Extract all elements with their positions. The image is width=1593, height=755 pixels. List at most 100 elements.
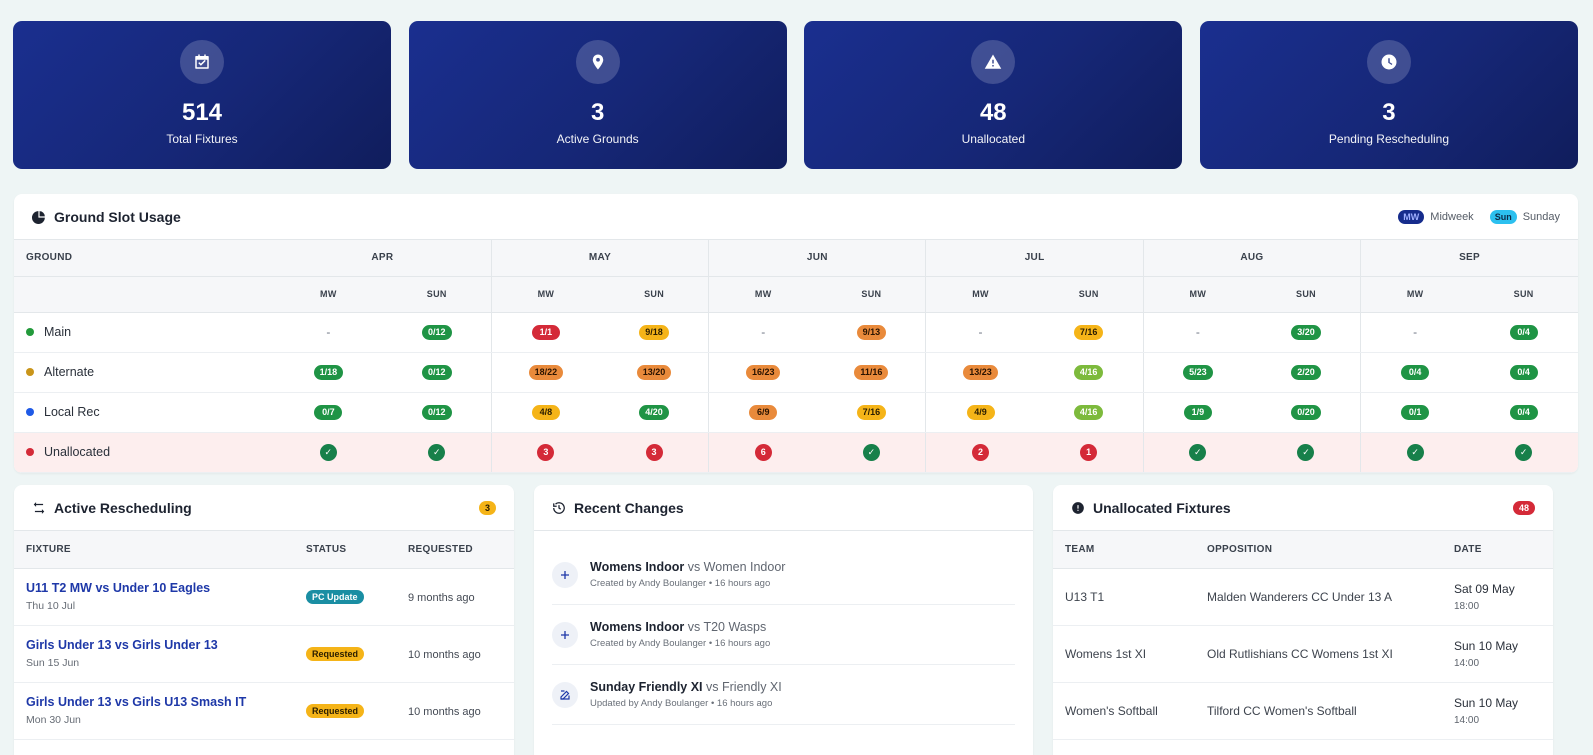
slot-usage-pill[interactable]: 0/4 — [1509, 365, 1538, 380]
change-item[interactable]: Womens Indoor vs T20 Wasps Created by And… — [552, 605, 1015, 665]
table-row[interactable]: Girls Under 13 vs Girls U13 Smash IT Mon … — [14, 682, 514, 740]
check-icon[interactable]: ✓ — [1297, 443, 1315, 461]
slot-usage-pill[interactable]: 1/1 — [531, 325, 560, 340]
change-body: Sunday Friendly XI vs Friendly XI Updated… — [590, 680, 782, 709]
slot-usage-pill[interactable]: 0/7 — [314, 405, 343, 420]
fixture-link[interactable]: Girls Under 13 vs Girls Under 13 — [26, 638, 294, 652]
ground-name-text: Local Rec — [44, 405, 100, 419]
slot-usage-pill[interactable]: 4/16 — [1073, 365, 1104, 380]
check-icon[interactable]: ✓ — [1189, 443, 1207, 461]
team-cell: U13 T1 — [1053, 568, 1195, 626]
ground-color-dot — [26, 368, 34, 376]
slot-usage-pill[interactable]: 0/20 — [1291, 405, 1321, 420]
table-row[interactable]: U11 T2 MW vs Under 10 Eagles Thu 10 Jul PC… — [14, 568, 514, 626]
change-item[interactable]: Sunday Friendly XI vs Friendly XI Updated… — [552, 665, 1015, 725]
requested-cell: 9 months ago — [396, 568, 514, 626]
ground-name-cell: Alternate — [14, 352, 274, 393]
count-badge: 48 — [1512, 500, 1535, 515]
slot-usage-pill[interactable]: 9/18 — [639, 325, 669, 340]
slot-usage-pill[interactable]: 0/4 — [1509, 325, 1538, 340]
active-rescheduling-panel: Active Rescheduling 3 FIXTURE STATUS REQ… — [14, 485, 514, 755]
fixture-date: Thu 10 Jul — [26, 600, 76, 612]
legend-mw-label: Midweek — [1430, 210, 1474, 223]
unallocated-count[interactable]: 6 — [754, 443, 772, 461]
slot-cell: 9/18 — [599, 312, 709, 353]
change-item[interactable]: Womens Indoor vs Women Indoor Created by … — [552, 545, 1015, 605]
panel-header: Recent Changes — [534, 485, 1033, 531]
slot-usage-pill[interactable]: 7/16 — [1073, 325, 1104, 340]
requested-time: 10 months ago — [408, 648, 481, 661]
slot-usage-pill[interactable]: 11/16 — [854, 365, 889, 380]
slot-usage-pill[interactable]: 4/8 — [531, 405, 560, 420]
table-row[interactable]: Girls Under 13 vs Girls Under 13 Sun 15 J… — [14, 625, 514, 683]
unallocated-count[interactable]: 3 — [645, 443, 663, 461]
check-icon[interactable]: ✓ — [862, 443, 880, 461]
stat-value: 48 — [979, 99, 1007, 126]
stat-card-active-grounds[interactable]: 3 Active Grounds — [408, 21, 787, 169]
change-opponent: vs Women Indoor — [687, 560, 786, 574]
slot-usage-pill[interactable]: 3/20 — [1291, 325, 1321, 340]
ground-name-cell: Local Rec — [14, 392, 274, 433]
slot-usage-pill[interactable]: 5/23 — [1183, 365, 1213, 380]
slot-usage-pill[interactable]: 6/9 — [749, 405, 778, 420]
slot-empty: - — [761, 325, 766, 339]
slot-usage-pill[interactable]: 13/23 — [963, 365, 998, 380]
stat-label: Pending Rescheduling — [1328, 132, 1450, 146]
check-icon[interactable]: ✓ — [428, 443, 446, 461]
slot-usage-pill[interactable]: 7/16 — [856, 405, 887, 420]
check-icon[interactable]: ✓ — [1406, 443, 1424, 461]
slot-usage-pill[interactable]: 4/16 — [1073, 405, 1104, 420]
stat-card-unallocated[interactable]: 48 Unallocated — [804, 21, 1183, 169]
slot-cell: 1/9 — [1142, 392, 1252, 433]
ground-name: Local Rec — [26, 405, 274, 419]
fixture-link[interactable]: U11 T2 MW vs Under 10 Eagles — [26, 581, 294, 595]
slot-usage-pill[interactable]: 0/4 — [1401, 365, 1430, 380]
slot-usage-pill[interactable]: 0/12 — [421, 325, 452, 340]
fixture-date: Sun 10 May — [1454, 695, 1519, 710]
slot-usage-pill[interactable]: 4/9 — [966, 405, 995, 420]
fixture-link[interactable]: Girls Under 13 vs Girls U13 Smash IT — [26, 695, 294, 709]
stat-card-pending-rescheduling[interactable]: 3 Pending Rescheduling — [1199, 21, 1578, 169]
table-row[interactable]: Womens 1st XI Old Rutlishians CC Womens 1… — [1053, 625, 1553, 683]
unallocated-count[interactable]: 1 — [1080, 443, 1098, 461]
slot-usage-pill[interactable]: 18/22 — [528, 365, 564, 380]
map-pin-icon — [575, 40, 620, 84]
fixture-date: Mon 30 Jun — [26, 714, 81, 726]
panel-title-text: Recent Changes — [574, 499, 684, 516]
slot-usage-pill[interactable]: 0/12 — [421, 365, 452, 380]
change-team: Womens Indoor — [590, 560, 685, 574]
slot-usage-pill[interactable]: 1/18 — [313, 365, 344, 380]
status-cell: PC Update — [294, 568, 396, 626]
slot-cell: 1/1 — [490, 312, 600, 353]
check-icon[interactable]: ✓ — [319, 443, 337, 461]
panel-header: Unallocated Fixtures 48 — [1053, 485, 1553, 531]
ground-name-cell: Unallocated — [14, 432, 274, 473]
table-row[interactable]: U13 T1 Malden Wanderers CC Under 13 A Sat … — [1053, 568, 1553, 626]
fixture-cell: Girls Under 13 vs Girls U13 Smash IT Mon … — [14, 682, 294, 740]
panel-title-text: Active Rescheduling — [54, 499, 192, 516]
slot-usage-pill[interactable]: 16/23 — [745, 365, 781, 380]
slot-cell: ✓ — [1469, 432, 1578, 473]
unallocated-count[interactable]: 2 — [972, 443, 990, 461]
unallocated-count[interactable]: 3 — [537, 443, 555, 461]
slot-usage-pill[interactable]: 2/20 — [1291, 365, 1321, 380]
status-badge: PC Update — [306, 590, 364, 604]
slot-usage-pill[interactable]: 0/12 — [421, 405, 452, 420]
panel-header: Ground Slot Usage MW Midweek Sun Sunday — [14, 194, 1578, 240]
table-row[interactable]: Women's Softball Tilford CC Women's Softb… — [1053, 682, 1553, 740]
check-icon[interactable]: ✓ — [1515, 443, 1533, 461]
stat-value: 3 — [590, 99, 605, 126]
panel-title-text: Unallocated Fixtures — [1093, 499, 1231, 516]
stat-card-total-fixtures[interactable]: 514 Total Fixtures — [13, 21, 391, 169]
slot-usage-pill[interactable]: 0/4 — [1509, 405, 1538, 420]
requested-time: 9 months ago — [408, 591, 475, 604]
legend: MW Midweek Sun Sunday — [1398, 209, 1560, 224]
slot-usage-pill[interactable]: 1/9 — [1183, 405, 1212, 420]
slot-usage-pill[interactable]: 13/20 — [636, 365, 672, 380]
slot-usage-pill[interactable]: 0/1 — [1401, 405, 1430, 420]
plus-icon — [552, 621, 578, 648]
slot-usage-pill[interactable]: 9/13 — [856, 325, 887, 340]
slot-usage-pill[interactable]: 4/20 — [639, 405, 669, 420]
ground-row: Main - 0/12 1/1 9/18 - 9/13 - 7/16 - 3/20 - 0/4 — [14, 312, 1578, 353]
slot-usage-table: GROUND APR MAY JUN JUL AUG SEP MW SUN MW SUN MW SU… — [14, 240, 1578, 473]
